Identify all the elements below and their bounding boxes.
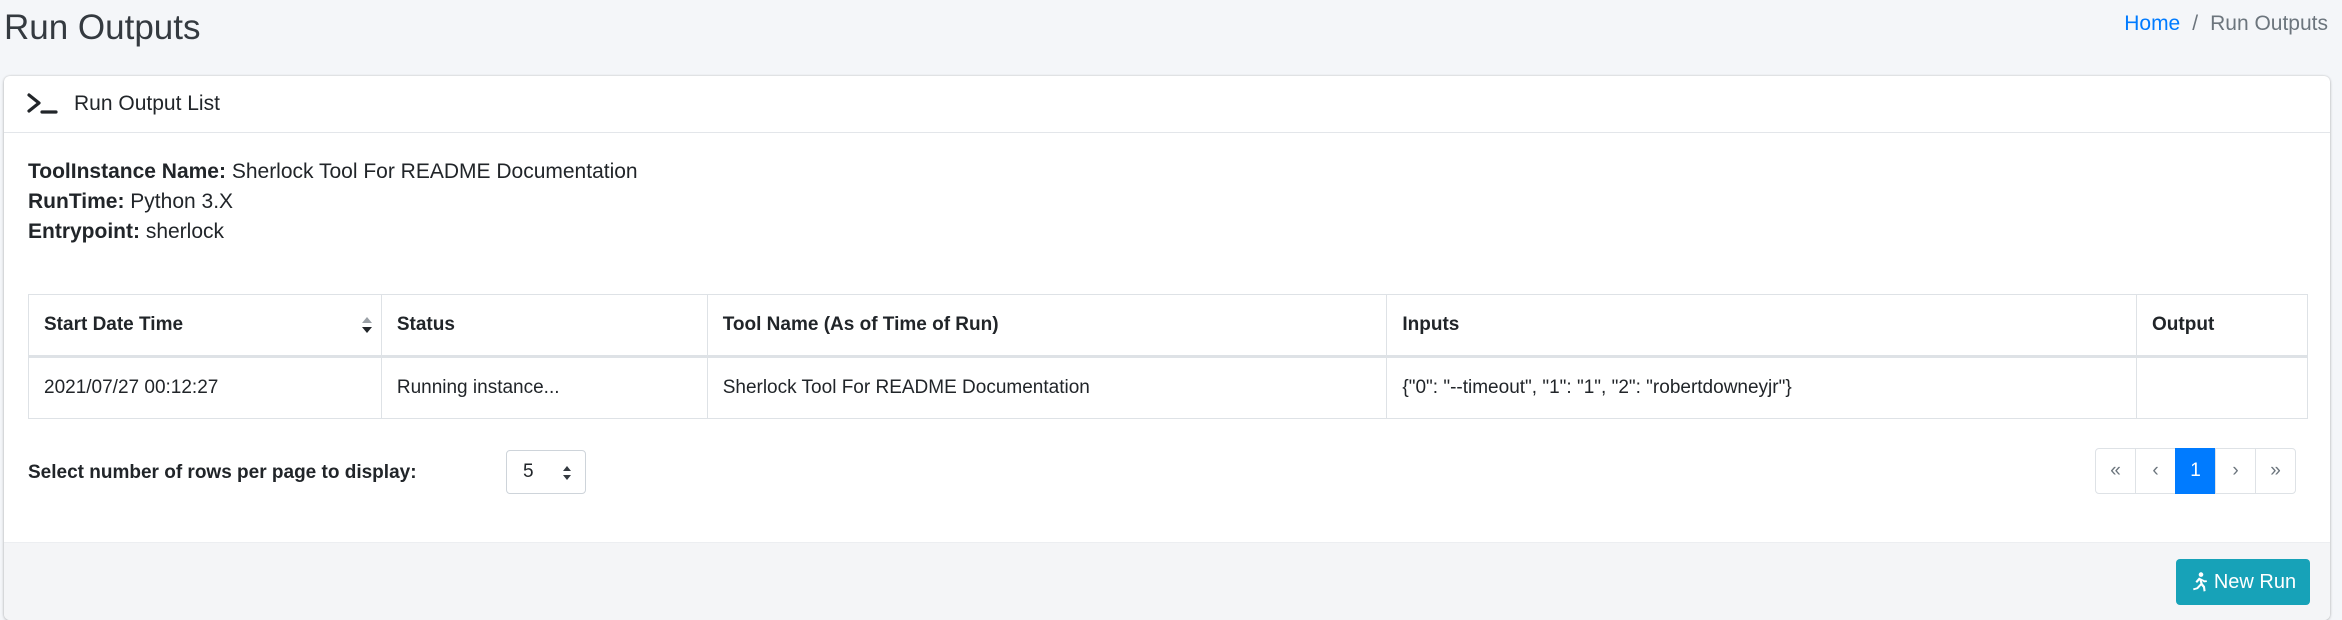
entrypoint-label: Entrypoint: — [28, 220, 140, 243]
table-row[interactable]: 2021/07/27 00:12:27 Running instance... … — [28, 356, 2308, 419]
runtime-row: RunTime: Python 3.X — [28, 187, 2330, 217]
running-icon — [2190, 572, 2208, 592]
cell-tool-name: Sherlock Tool For README Documentation — [706, 356, 1388, 419]
page-header: Run Outputs Home / Run Outputs — [0, 0, 2342, 66]
breadcrumb: Home / Run Outputs — [2124, 12, 2328, 36]
cell-output — [2136, 356, 2308, 419]
runtime-value: Python 3.X — [130, 190, 234, 213]
table-header-row: Start Date Time Status Tool Name (As of … — [28, 294, 2308, 358]
pagination: « ‹ 1 › » — [2095, 448, 2296, 494]
cell-status: Running instance... — [380, 356, 708, 419]
cell-inputs: {"0": "--timeout", "1": "1", "2": "rober… — [1386, 356, 2138, 419]
rows-per-page-label: Select number of rows per page to displa… — [28, 462, 417, 483]
card-title: Run Output List — [74, 92, 220, 115]
tool-instance-label: ToolInstance Name: — [28, 160, 226, 183]
page-prev-button[interactable]: ‹ — [2135, 448, 2176, 494]
breadcrumb-separator: / — [2192, 12, 2199, 35]
run-output-table: Start Date Time Status Tool Name (As of … — [28, 294, 2308, 419]
column-header-status[interactable]: Status — [380, 294, 708, 358]
tool-info: ToolInstance Name: Sherlock Tool For REA… — [4, 133, 2330, 247]
column-header-start-date-time[interactable]: Start Date Time — [28, 294, 382, 358]
page-first-button[interactable]: « — [2095, 448, 2136, 494]
rows-per-page-select[interactable]: 5 — [506, 450, 586, 494]
run-output-card: Run Output List ToolInstance Name: Sherl… — [4, 76, 2330, 620]
page-current-button[interactable]: 1 — [2175, 448, 2216, 494]
terminal-icon — [26, 92, 60, 116]
column-header-output[interactable]: Output — [2136, 294, 2308, 358]
tool-instance-value: Sherlock Tool For README Documentation — [231, 160, 638, 183]
cell-start-date-time: 2021/07/27 00:12:27 — [28, 356, 382, 419]
runtime-label: RunTime: — [28, 190, 125, 213]
column-header-tool-name[interactable]: Tool Name (As of Time of Run) — [706, 294, 1388, 358]
run-output-table-wrapper: Start Date Time Status Tool Name (As of … — [28, 294, 2308, 419]
page-title: Run Outputs — [4, 8, 201, 47]
card-header: Run Output List — [4, 76, 2330, 133]
rows-per-page-value: 5 — [523, 461, 534, 482]
sort-icon[interactable] — [361, 315, 373, 335]
page-last-button[interactable]: » — [2255, 448, 2296, 494]
breadcrumb-home-link[interactable]: Home — [2124, 12, 2180, 36]
new-run-label: New Run — [2213, 570, 2297, 593]
select-arrows-icon — [563, 465, 571, 481]
page-next-button[interactable]: › — [2215, 448, 2256, 494]
entrypoint-value: sherlock — [145, 220, 225, 243]
card-footer: New Run — [4, 542, 2330, 620]
entrypoint-row: Entrypoint: sherlock — [28, 217, 2330, 247]
breadcrumb-current: Run Outputs — [2210, 12, 2328, 35]
tool-instance-row: ToolInstance Name: Sherlock Tool For REA… — [28, 157, 2330, 187]
new-run-button[interactable]: New Run — [2176, 559, 2310, 605]
column-header-inputs[interactable]: Inputs — [1386, 294, 2138, 358]
